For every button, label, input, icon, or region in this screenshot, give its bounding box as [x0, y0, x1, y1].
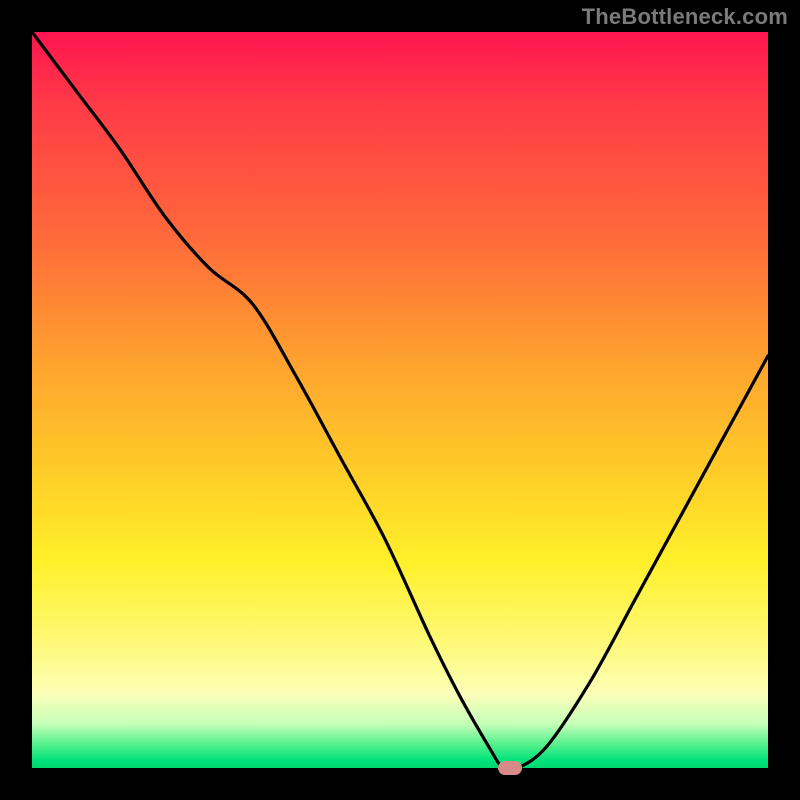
- optimal-point-marker: [498, 761, 522, 775]
- watermark-text: TheBottleneck.com: [582, 4, 788, 30]
- chart-frame: TheBottleneck.com: [0, 0, 800, 800]
- bottleneck-curve: [32, 32, 768, 768]
- plot-area: [32, 32, 768, 768]
